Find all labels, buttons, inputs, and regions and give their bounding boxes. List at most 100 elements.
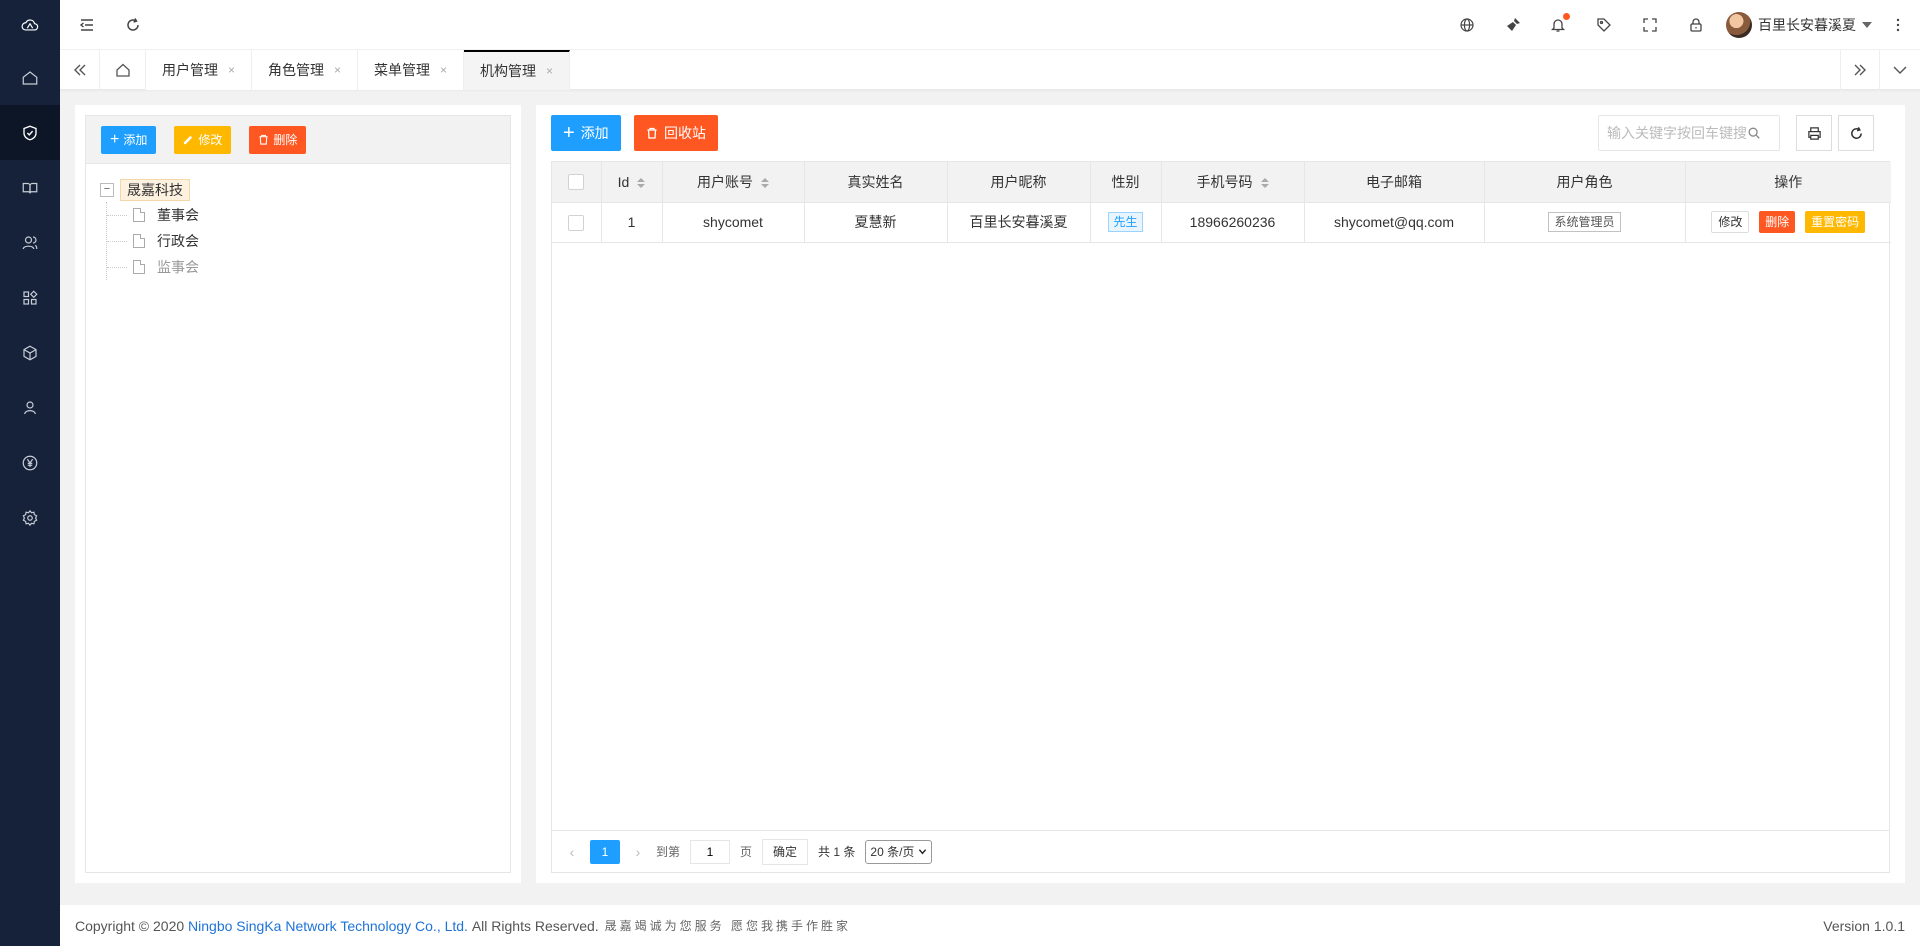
tab-bar: 用户管理 × 角色管理 × 菜单管理 × 机构管理 × — [60, 50, 1920, 90]
tab-home[interactable] — [100, 50, 146, 90]
org-tree-box: + 添加 修改 删除 − 晟嘉科技 董事会 行政会 监事会 — [85, 115, 511, 873]
menu-toggle-icon[interactable] — [77, 15, 97, 35]
recycle-bin-button[interactable]: 回收站 — [634, 115, 718, 151]
col-role: 用户角色 — [1484, 162, 1686, 203]
col-real-name: 真实姓名 — [804, 162, 948, 203]
sidebar-item-settings[interactable] — [0, 490, 60, 545]
sort-icon[interactable] — [637, 178, 646, 189]
bell-icon[interactable] — [1548, 13, 1570, 35]
tree-node[interactable]: 行政会 — [107, 228, 510, 254]
tree-node-label[interactable]: 董事会 — [157, 205, 199, 225]
tab-role-management[interactable]: 角色管理 × — [252, 50, 359, 90]
avatar — [1726, 12, 1752, 38]
clear-cache-icon[interactable] — [1503, 15, 1523, 35]
close-icon[interactable]: × — [228, 63, 235, 77]
gender-badge: 先生 — [1108, 212, 1143, 232]
more-vertical-icon[interactable] — [1888, 15, 1908, 35]
search-icon[interactable] — [1747, 126, 1761, 140]
pencil-icon — [184, 135, 193, 145]
user-list-panel: + 添加 回收站 Id 用户账号 真实姓名 用户昵称 性别 — [536, 105, 1905, 883]
role-badge: 系统管理员 — [1548, 212, 1621, 232]
tab-dropdown-icon[interactable] — [1880, 50, 1920, 90]
add-user-button[interactable]: + 添加 — [551, 115, 621, 151]
goto-suffix: 页 — [740, 845, 753, 859]
sidebar-item-home[interactable] — [0, 50, 60, 105]
goto-page-input[interactable] — [690, 839, 731, 864]
globe-icon[interactable] — [1457, 15, 1477, 35]
next-page-icon[interactable]: › — [630, 844, 646, 860]
table-row[interactable]: 1 shycomet 夏慧新 百里长安暮溪夏 先生 18966260236 sh… — [552, 202, 1891, 243]
user-icon — [24, 400, 36, 414]
tag-icon[interactable] — [1594, 15, 1614, 35]
scroll-left-icon[interactable] — [60, 50, 100, 90]
tab-label: 用户管理 — [162, 62, 218, 78]
search-input[interactable] — [1607, 125, 1747, 141]
tab-label: 机构管理 — [480, 63, 537, 79]
tree-node[interactable]: 监事会 — [107, 254, 510, 280]
user-menu[interactable]: 百里长安暮溪夏 — [1726, 12, 1872, 38]
tab-user-management[interactable]: 用户管理 × — [146, 50, 253, 90]
cloud-logo-icon[interactable] — [0, 0, 60, 50]
col-id[interactable]: Id — [601, 162, 663, 203]
tree-node-label[interactable]: 监事会 — [157, 257, 199, 277]
sidebar-item-docs[interactable] — [0, 160, 60, 215]
delete-button[interactable]: 删除 — [1759, 211, 1796, 233]
col-nickname: 用户昵称 — [947, 162, 1091, 203]
current-page[interactable]: 1 — [590, 839, 620, 864]
footer: Copyright © 2020 Ningbo SingKa Network T… — [60, 905, 1920, 946]
user-table: Id 用户账号 真实姓名 用户昵称 性别 手机号码 电子邮箱 用户角色 操作 1… — [551, 161, 1891, 873]
refresh-icon[interactable] — [123, 15, 143, 35]
scroll-right-icon[interactable] — [1840, 50, 1880, 90]
sidebar-item-apps[interactable] — [0, 270, 60, 325]
fullscreen-icon[interactable] — [1640, 15, 1660, 35]
close-icon[interactable]: × — [440, 63, 447, 77]
tree-node[interactable]: 董事会 — [107, 202, 510, 228]
apps-icon — [23, 289, 38, 305]
tab-org-management[interactable]: 机构管理 × — [464, 50, 571, 90]
copyright-text: Copyright © 2020 — [75, 917, 185, 934]
total-count: 共 1 条 — [818, 845, 856, 859]
company-link[interactable]: Ningbo SingKa Network Technology Co., Lt… — [188, 918, 468, 934]
tree-delete-button[interactable]: 删除 — [249, 125, 307, 154]
sort-icon[interactable] — [761, 178, 769, 189]
sidebar-item-security[interactable] — [0, 105, 60, 160]
col-account[interactable]: 用户账号 — [662, 162, 805, 203]
sidebar-item-users[interactable] — [0, 215, 60, 270]
col-gender: 性别 — [1090, 162, 1162, 203]
trash-icon — [259, 134, 268, 145]
tree-node-root[interactable]: − 晟嘉科技 — [100, 178, 510, 202]
tree-edit-button[interactable]: 修改 — [174, 125, 232, 154]
gear-icon — [22, 509, 38, 526]
export-button[interactable] — [1796, 115, 1832, 151]
search-box[interactable] — [1598, 115, 1780, 151]
cell-actions: 修改 删除 重置密码 — [1685, 202, 1891, 243]
trash-icon — [647, 127, 657, 139]
close-icon[interactable]: × — [334, 63, 341, 77]
tree-node-label[interactable]: 晟嘉科技 — [120, 179, 190, 201]
close-icon[interactable]: × — [546, 64, 553, 78]
org-tree: − 晟嘉科技 董事会 行政会 监事会 — [86, 164, 510, 280]
reset-password-button[interactable]: 重置密码 — [1805, 211, 1866, 233]
edit-button[interactable]: 修改 — [1711, 211, 1750, 233]
select-all-checkbox[interactable] — [568, 174, 585, 191]
home-icon — [22, 70, 38, 85]
row-checkbox[interactable] — [568, 214, 585, 231]
lock-icon[interactable] — [1686, 15, 1706, 35]
col-phone[interactable]: 手机号码 — [1161, 162, 1305, 203]
tree-node-label[interactable]: 行政会 — [157, 231, 199, 251]
tab-menu-management[interactable]: 菜单管理 × — [358, 50, 465, 90]
version-text: Version 1.0.1 — [1823, 917, 1905, 934]
prev-page-icon[interactable]: ‹ — [564, 844, 580, 860]
sort-icon[interactable] — [1260, 178, 1269, 189]
collapse-icon[interactable]: − — [100, 183, 114, 197]
tree-add-button[interactable]: + 添加 — [101, 125, 157, 154]
page-size-select[interactable]: 20 条/页 — [865, 839, 933, 864]
sidebar-item-modules[interactable] — [0, 325, 60, 380]
sidebar — [0, 0, 60, 946]
sidebar-item-profile[interactable] — [0, 380, 60, 435]
goto-confirm-button[interactable]: 确定 — [762, 838, 809, 865]
slogan-text: 晟嘉竭诚为您服务 愿您我携手作胜家 — [604, 919, 852, 933]
reload-button[interactable] — [1838, 115, 1874, 151]
chevron-down-icon — [1862, 22, 1872, 28]
sidebar-item-finance[interactable] — [0, 435, 60, 490]
